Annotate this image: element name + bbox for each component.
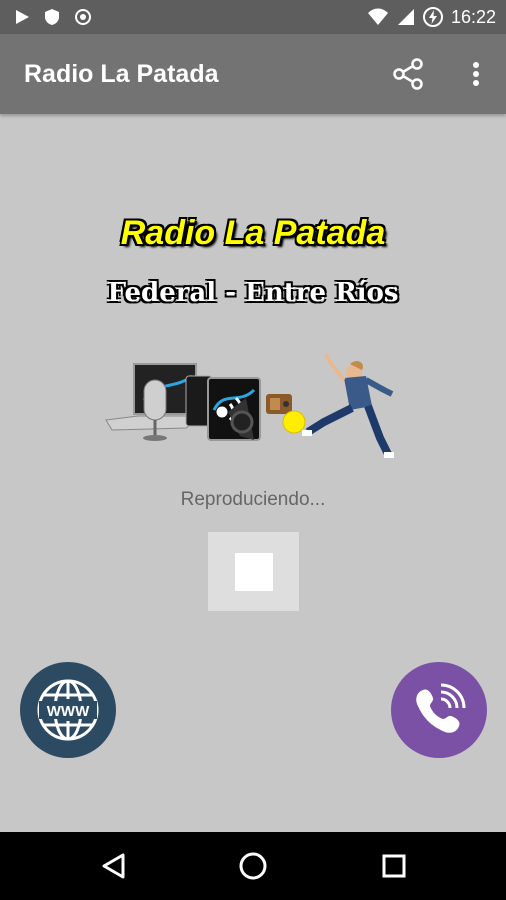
recents-button[interactable]	[372, 846, 416, 886]
microphone-icon	[143, 379, 167, 441]
recents-icon	[382, 854, 406, 878]
share-button[interactable]	[388, 54, 428, 94]
www-label: WWW	[47, 703, 90, 720]
station-illustration	[105, 353, 394, 458]
viber-button[interactable]	[391, 662, 487, 758]
back-button[interactable]	[92, 846, 136, 886]
more-vert-icon	[473, 62, 479, 86]
ball-icon	[282, 410, 306, 434]
battery-icon	[422, 7, 443, 27]
website-button[interactable]: WWW	[20, 662, 116, 758]
share-icon	[393, 58, 423, 90]
home-icon	[239, 852, 267, 880]
station-logo-subtitle: Federal - Entre Ríos	[107, 278, 399, 308]
home-button[interactable]	[231, 846, 275, 886]
overflow-menu-button[interactable]	[456, 54, 496, 94]
radio-target-icon	[75, 9, 91, 25]
system-nav-bar	[0, 832, 506, 900]
station-logo-title: Radio La Patada	[120, 214, 386, 252]
globe-icon: WWW	[37, 679, 99, 741]
app-bar: Radio La Patada	[0, 34, 506, 114]
play-icon	[16, 10, 29, 24]
viber-phone-icon	[416, 683, 466, 733]
status-bar: 16:22	[0, 0, 506, 34]
signal-icon	[397, 9, 414, 25]
radio-icon	[266, 394, 292, 414]
shield-icon	[45, 9, 59, 25]
wifi-icon	[367, 8, 388, 25]
app-title: Radio La Patada	[24, 60, 219, 88]
clock: 16:22	[450, 6, 496, 27]
jumping-kid-figure	[302, 353, 394, 458]
stop-button[interactable]	[208, 532, 299, 611]
playback-status: Reproduciendo...	[180, 489, 326, 510]
stop-icon	[234, 552, 273, 591]
back-icon	[102, 853, 125, 879]
